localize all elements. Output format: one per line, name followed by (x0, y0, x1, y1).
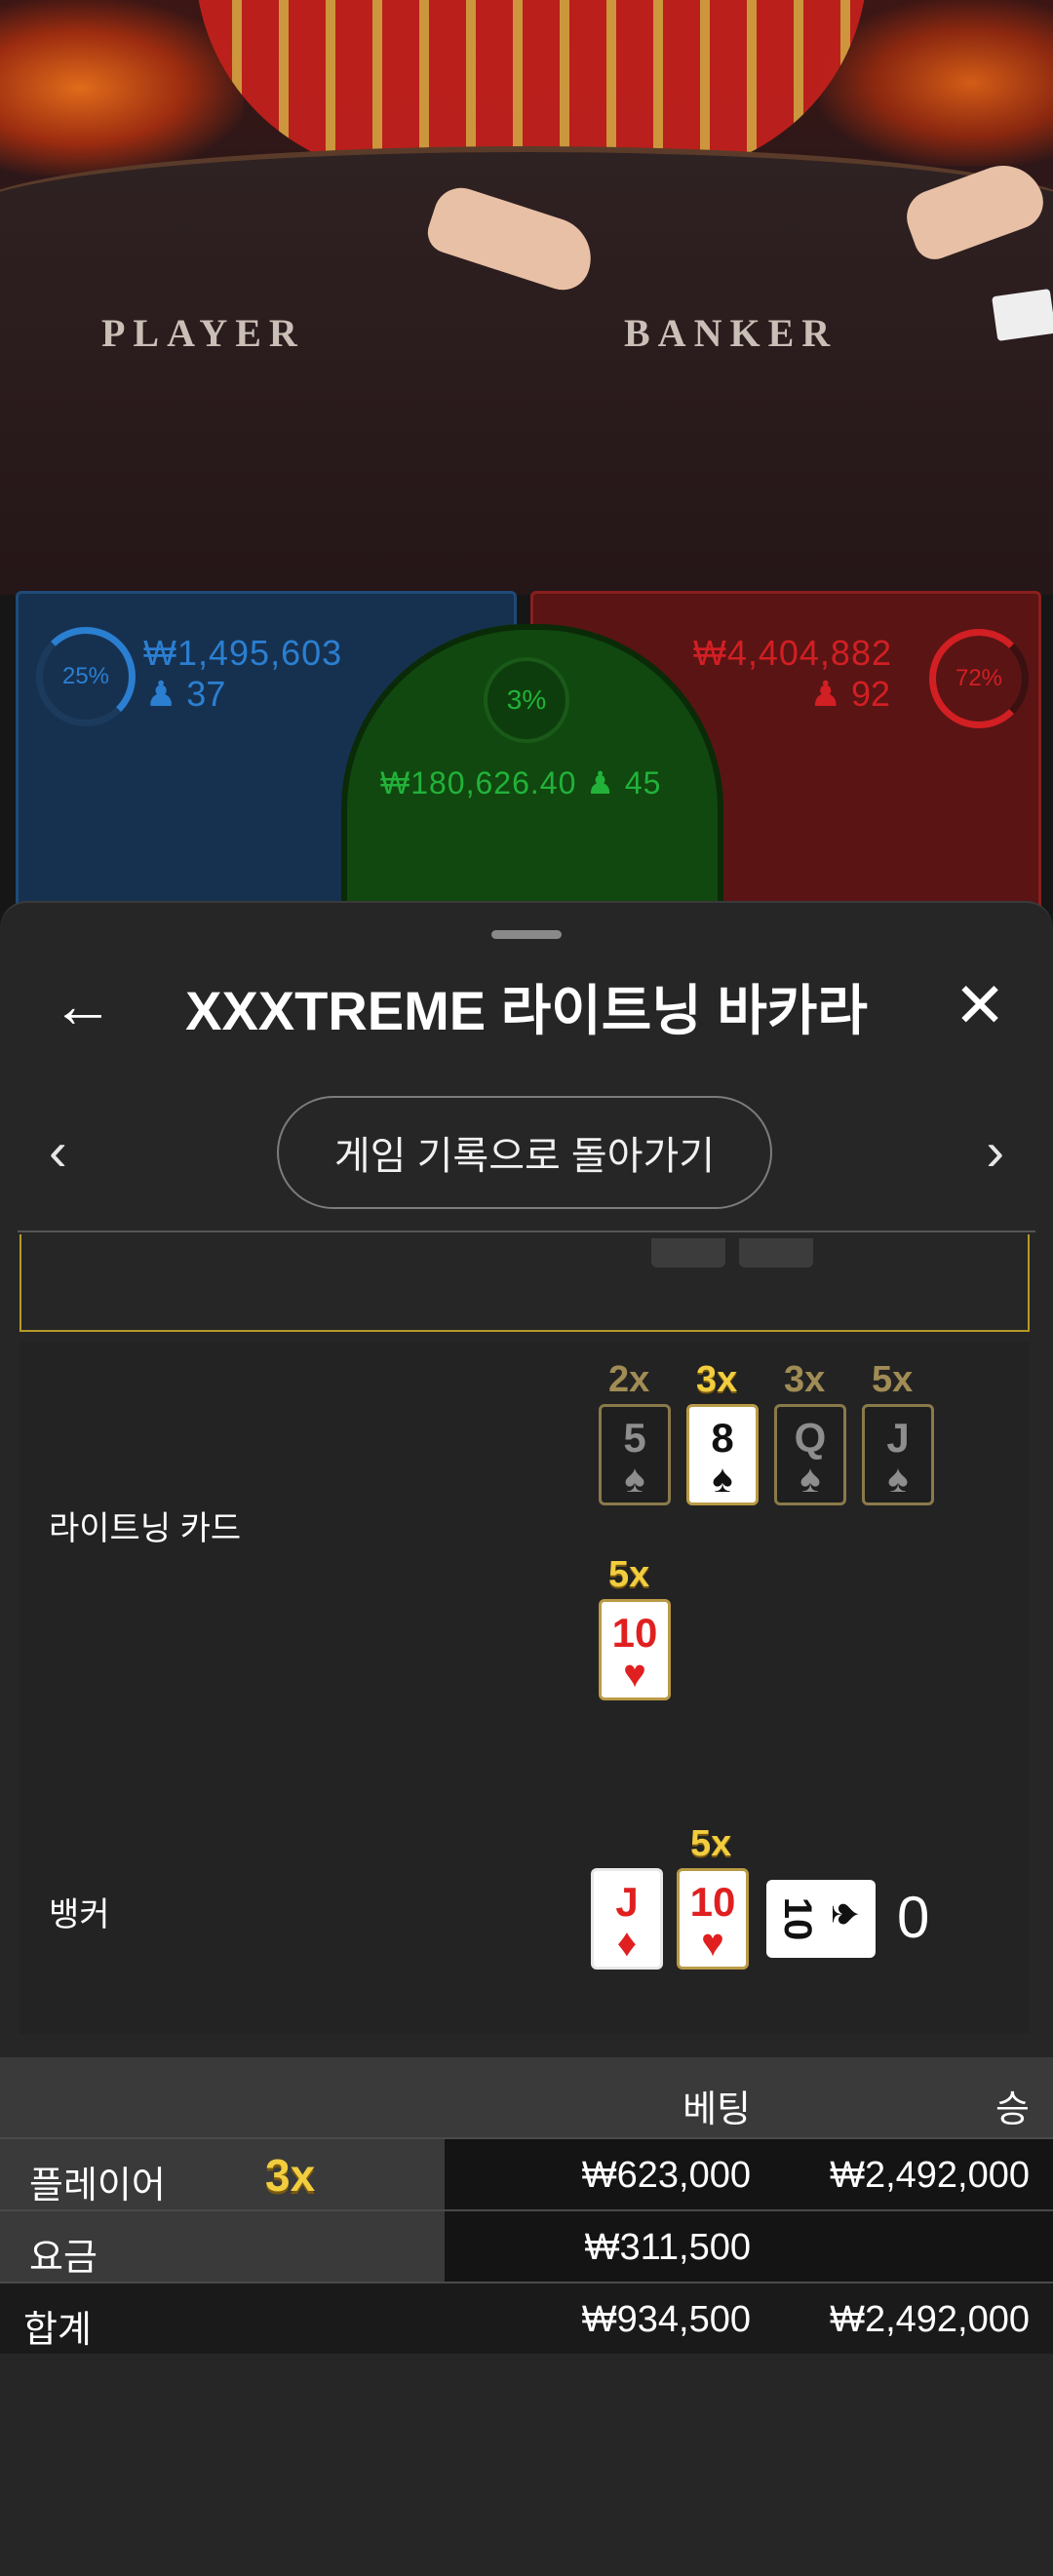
tie-count: 45 (624, 765, 662, 800)
banker-score: 0 (897, 1885, 930, 1950)
total-bet: ₩934,500 (581, 2299, 751, 2340)
card-rank: 5 (623, 1415, 646, 1461)
lightning-card: 10 ♥ (599, 1599, 671, 1700)
user-icon: ♟ (586, 765, 615, 800)
bet-name: 요금 (29, 2238, 98, 2279)
card-rank: 8 (711, 1415, 734, 1461)
card-stub (651, 1238, 725, 1268)
page-title: XXXTREME 라이트닝 바카라 (185, 980, 868, 1041)
column-bet: 베팅 (682, 2089, 751, 2130)
bet-amount: ₩311,500 (584, 2227, 751, 2268)
round-details: 라이트닝 카드 2x 5 ♠ 3x 8 ♠ 3x Q ♠ 5x J ♠ 5x 1… (20, 1342, 1030, 2034)
lightning-card: 5 ♠ (599, 1404, 671, 1505)
total-win: ₩2,492,000 (830, 2299, 1030, 2340)
table-banker-word: BANKER (624, 311, 838, 355)
card-multiplier: 5x (608, 1554, 650, 1595)
spade-icon: ♠ (823, 1902, 871, 1926)
banker-percent-ring: 72% (929, 629, 1029, 728)
chevron-right-icon: › (986, 1120, 1004, 1182)
total-label: 합계 (23, 2310, 92, 2351)
table-row: 요금 ₩311,500 (0, 2211, 1053, 2282)
banker-count: ♟ 92 (810, 674, 890, 715)
previous-section (20, 1234, 1030, 1332)
tie-percent-ring: 3% (484, 657, 569, 743)
card-multiplier: 5x (690, 1823, 732, 1864)
card-rank: 10 (611, 1610, 658, 1656)
lightning-card: J ♠ (862, 1404, 934, 1505)
player-amount: ₩1,495,603 (143, 633, 343, 673)
player-count-value: 37 (186, 674, 226, 714)
card-rank: Q (794, 1415, 827, 1461)
back-to-history-button[interactable]: 게임 기록으로 돌아가기 (277, 1096, 772, 1209)
card-rank: J (615, 1879, 639, 1925)
spade-icon: ♠ (800, 1458, 821, 1501)
dealer-card (992, 289, 1053, 341)
next-game-button[interactable]: › (986, 1119, 1004, 1183)
lightning-card: Q ♠ (774, 1404, 846, 1505)
total-row: 합계 ₩934,500 ₩2,492,000 (0, 2283, 1053, 2354)
back-button[interactable]: ← (39, 961, 127, 1049)
user-icon: ♟ (145, 674, 177, 714)
banker-percent: 72% (955, 665, 1003, 691)
card-multiplier: 3x (784, 1359, 826, 1400)
banker-label: 뱅커 (49, 1896, 110, 1933)
tie-amount: ₩180,626.40 ♟ 45 (380, 764, 661, 801)
card-multiplier: 3x (696, 1359, 738, 1400)
prev-game-button[interactable]: ‹ (49, 1119, 67, 1183)
bet-name: 플레이어 (29, 2166, 166, 2206)
card-stub (739, 1238, 813, 1268)
column-win: 승 (995, 2089, 1030, 2130)
drag-handle[interactable] (491, 930, 562, 939)
lightning-cards-label: 라이트닝 카드 (49, 1510, 242, 1547)
close-button[interactable]: ✕ (936, 961, 1024, 1049)
card-rank: J (886, 1415, 910, 1461)
spade-icon: ♠ (712, 1458, 733, 1501)
card-multiplier: 2x (608, 1359, 650, 1400)
card-rank: 10 (689, 1879, 736, 1925)
chevron-left-icon: ‹ (49, 1120, 67, 1182)
tie-amount-value: ₩180,626.40 (380, 765, 577, 800)
heart-icon: ♥ (623, 1653, 646, 1696)
bets-table-header: 베팅 승 (0, 2057, 1053, 2137)
win-amount: ₩2,492,000 (830, 2155, 1030, 2196)
table-player-word: PLAYER (101, 311, 305, 355)
spade-icon: ♠ (887, 1458, 909, 1501)
banker-count-value: 92 (850, 674, 890, 714)
live-video: PLAYER BANKER (0, 0, 1053, 595)
spade-icon: ♠ (624, 1458, 645, 1501)
banker-card: 10 ♥ (677, 1868, 749, 1970)
player-count: ♟ 37 (145, 674, 225, 715)
player-percent: 25% (61, 663, 110, 689)
game-detail-sheet: ← XXXTREME 라이트닝 바카라 ✕ ‹ 게임 기록으로 돌아가기 › 라… (0, 901, 1053, 2576)
card-rank: 10 (776, 1896, 819, 1941)
payout-multiplier: 3x (265, 2150, 316, 2201)
arrow-left-icon: ← (52, 970, 114, 1040)
diamond-icon: ♦ (616, 1922, 638, 1965)
user-icon: ♟ (809, 674, 841, 714)
card-multiplier: 5x (872, 1359, 914, 1400)
banker-card: J ♦ (591, 1868, 663, 1970)
banker-card-sideways: 10 ♠ (766, 1880, 876, 1958)
close-icon: ✕ (954, 969, 1006, 1040)
tie-percent: 3% (506, 684, 547, 715)
banker-amount: ₩4,404,882 (692, 633, 892, 673)
player-percent-ring: 25% (36, 627, 136, 726)
heart-icon: ♥ (701, 1922, 724, 1965)
lightning-card: 8 ♠ (686, 1404, 759, 1505)
divider (18, 1230, 1035, 1232)
bet-amount: ₩623,000 (581, 2155, 751, 2196)
table-row: 플레이어 3x ₩623,000 ₩2,492,000 (0, 2139, 1053, 2209)
